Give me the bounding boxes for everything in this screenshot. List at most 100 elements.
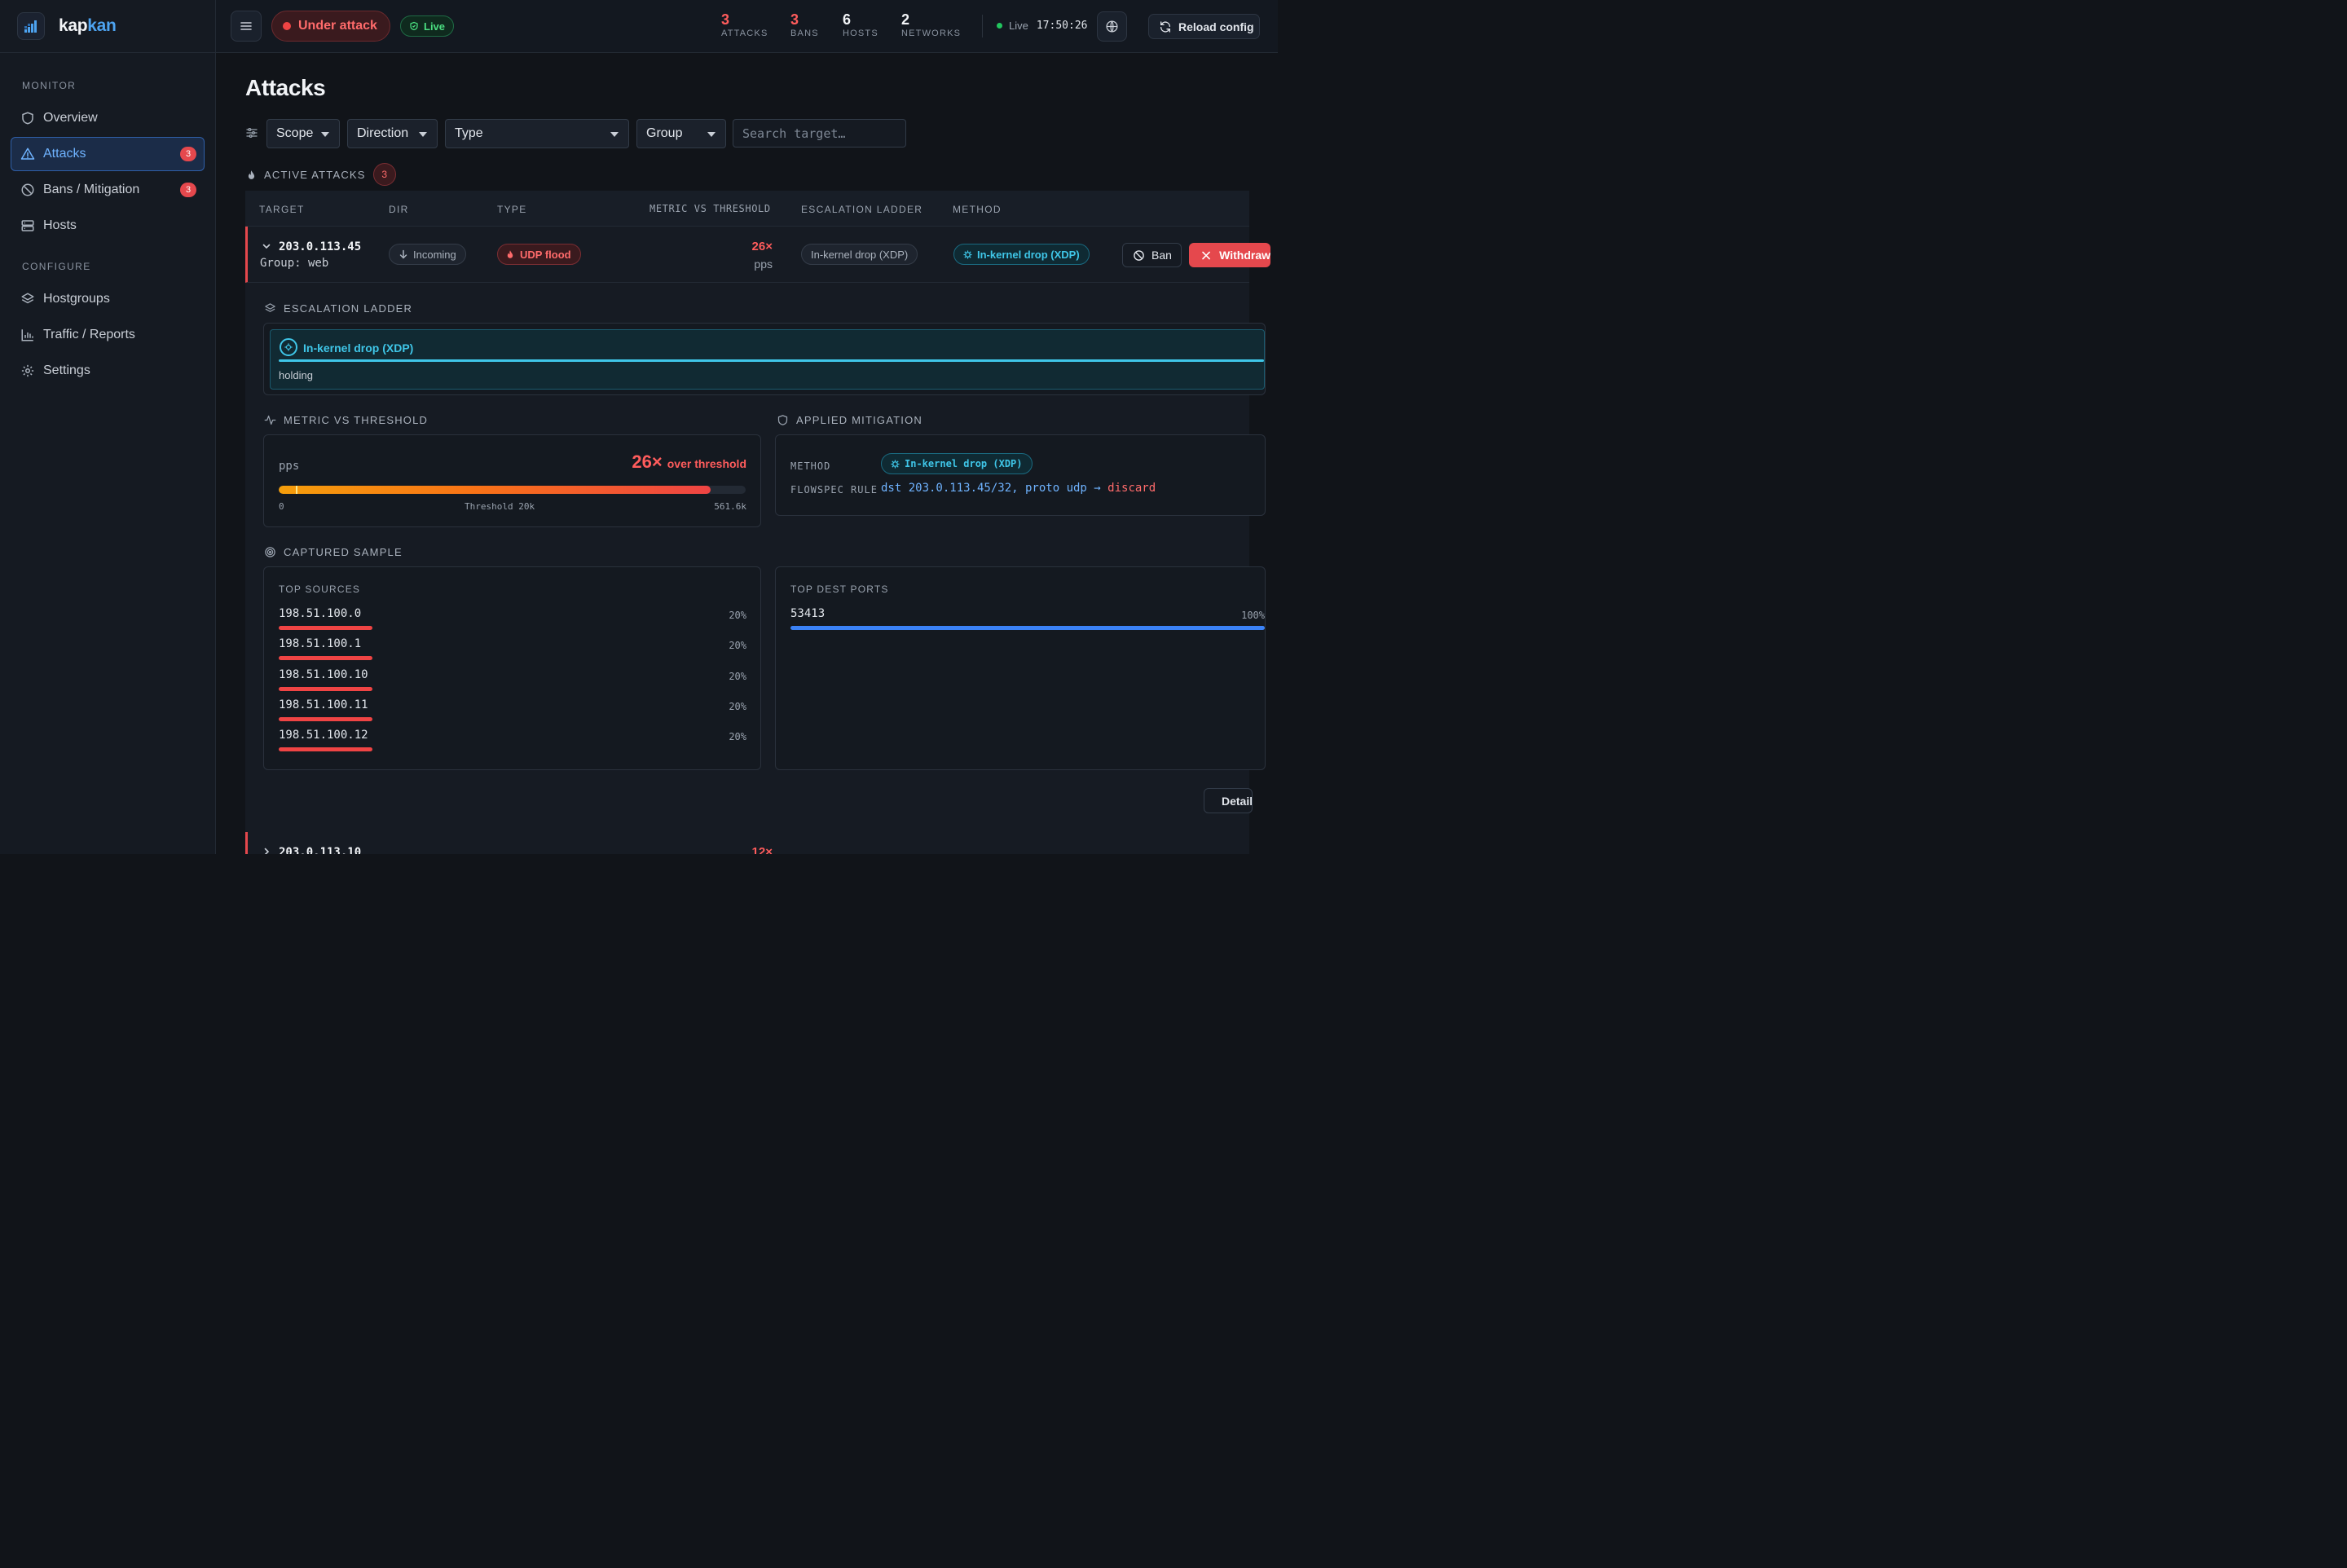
ban-icon xyxy=(21,183,34,196)
page-title: Attacks xyxy=(245,75,326,100)
table-header: TARGET DIR TYPE METRIC VS THRESHOLD ESCA… xyxy=(245,191,1249,227)
active-attacks-label: ACTIVE ATTACKS xyxy=(264,168,366,181)
chevron-down-icon[interactable] xyxy=(262,241,271,251)
ladder-step-title: In-kernel drop (XDP) xyxy=(303,341,414,355)
metric-bar-fill xyxy=(279,486,711,494)
withdraw-button[interactable]: Withdraw xyxy=(1189,243,1270,267)
source-share-bar xyxy=(279,716,372,721)
source-ip: 198.51.100.12 xyxy=(279,729,368,742)
sidebar-item-traffic[interactable]: Traffic / Reports xyxy=(11,318,205,352)
direction-badge: Incoming xyxy=(389,244,466,265)
flowspec-key: FLOWSPEC RULE xyxy=(790,484,878,496)
sidebar-item-label: Settings xyxy=(43,363,90,377)
status-dot-icon xyxy=(283,22,291,30)
sidebar-item-bans[interactable]: Bans / Mitigation 3 xyxy=(11,173,205,207)
globe-icon xyxy=(1106,20,1118,33)
direction-select[interactable]: Direction xyxy=(347,119,438,148)
table-row[interactable]: 203.0.113.10 12× xyxy=(245,832,1249,854)
sidebar-item-hostgroups[interactable]: Hostgroups xyxy=(11,282,205,316)
search-target-input[interactable] xyxy=(733,119,906,148)
scope-select[interactable]: Scope xyxy=(266,119,340,148)
top-ports-card: TOP DEST PORTS 53413 100% xyxy=(775,566,1266,770)
logo-icon[interactable] xyxy=(17,12,45,40)
ban-icon xyxy=(1134,249,1144,261)
scale-min: 0 xyxy=(279,501,284,512)
chevron-right-icon[interactable] xyxy=(262,847,271,854)
live-dot-icon xyxy=(997,23,1002,29)
metric-threshold-card: pps 26× over threshold 0 Threshold 20k 5… xyxy=(263,434,761,527)
stat-value: 2 xyxy=(901,11,910,28)
sidebar-item-label: Overview xyxy=(43,111,98,125)
flowspec-action: discard xyxy=(1107,482,1156,495)
stat-label: HOSTS xyxy=(843,29,878,38)
group-select-value: Group xyxy=(646,126,683,140)
source-percent: 20% xyxy=(729,731,746,743)
bar-chart-icon xyxy=(21,329,33,341)
source-ip: 198.51.100.10 xyxy=(279,667,368,681)
source-ip: 198.51.100.1 xyxy=(279,637,362,651)
ladder-step-state: holding xyxy=(279,369,313,381)
layers-icon xyxy=(21,293,34,304)
menu-button[interactable] xyxy=(231,11,262,42)
column-header-escalation[interactable]: ESCALATION LADDER xyxy=(801,204,923,215)
type-select[interactable]: Type xyxy=(445,119,629,148)
table-row[interactable]: 203.0.113.45 Group: web Incoming UDP flo… xyxy=(245,227,1270,283)
flowspec-rule: dst 203.0.113.45/32, proto udp → discard xyxy=(881,482,1156,495)
applied-mitigation-label: APPLIED MITIGATION xyxy=(796,414,923,426)
sidebar-item-label: Bans / Mitigation xyxy=(43,183,140,196)
list-item: 198.51.100.11 20% xyxy=(279,698,746,728)
source-share-bar xyxy=(279,686,372,691)
escalation-ladder-card: In-kernel drop (XDP) holding xyxy=(263,323,1266,395)
hamburger-icon xyxy=(240,22,252,30)
chevron-down-icon xyxy=(610,132,619,137)
stat-value: 3 xyxy=(790,11,799,28)
column-header-metric[interactable]: METRIC VS THRESHOLD xyxy=(649,203,771,214)
sidebar-item-settings[interactable]: Settings xyxy=(11,354,205,388)
details-button[interactable]: Details xyxy=(1204,788,1253,813)
live-badge-text: Live xyxy=(424,20,446,33)
reload-config-button[interactable]: Reload config xyxy=(1148,14,1260,39)
column-header-method[interactable]: METHOD xyxy=(953,204,1002,215)
language-button[interactable] xyxy=(1097,11,1127,42)
source-ip: 198.51.100.0 xyxy=(279,607,362,620)
flowspec-rule-text: dst 203.0.113.45/32, proto udp → xyxy=(881,482,1101,495)
metric-threshold-label: METRIC VS THRESHOLD xyxy=(284,414,429,426)
escalation-text: In-kernel drop (XDP) xyxy=(811,248,909,261)
column-header-type[interactable]: TYPE xyxy=(497,204,527,215)
sliders-icon[interactable] xyxy=(245,126,258,139)
escalation-badge: In-kernel drop (XDP) xyxy=(801,244,918,265)
warning-triangle-icon xyxy=(20,148,35,160)
chevron-down-icon xyxy=(707,132,716,137)
source-percent: 20% xyxy=(729,700,746,712)
sidebar-item-hosts[interactable]: Hosts xyxy=(11,209,205,243)
metric-over-text: over threshold xyxy=(667,457,746,470)
brand-name-part2: kan xyxy=(87,16,117,35)
close-icon xyxy=(1202,251,1210,259)
sidebar-item-attacks[interactable]: Attacks 3 xyxy=(11,137,205,171)
count-badge: 3 xyxy=(180,183,196,197)
sidebar-item-label: Attacks xyxy=(43,147,86,161)
group-select[interactable]: Group xyxy=(636,119,726,148)
escalation-ladder-label: ESCALATION LADDER xyxy=(284,302,413,315)
withdraw-label: Withdraw xyxy=(1219,249,1270,262)
sidebar-item-label: Hosts xyxy=(43,218,77,232)
sidebar-item-overview[interactable]: Overview xyxy=(11,101,205,135)
column-header-target[interactable]: TARGET xyxy=(259,204,305,215)
cpu-chip-icon xyxy=(284,343,293,351)
cpu-chip-icon xyxy=(963,249,972,259)
divider xyxy=(982,15,983,37)
source-share-bar xyxy=(279,747,372,752)
column-header-dir[interactable]: DIR xyxy=(389,204,409,215)
stat-networks: 2 NETWORKS xyxy=(901,11,961,38)
stat-bans: 3 BANS xyxy=(790,11,819,38)
ban-button[interactable]: Ban xyxy=(1122,243,1182,267)
stat-label: BANS xyxy=(790,29,819,38)
list-item: 198.51.100.0 20% xyxy=(279,607,746,636)
active-attacks-count: 3 xyxy=(372,163,396,186)
method-value: In-kernel drop (XDP) xyxy=(905,458,1023,469)
metric-unit: pps xyxy=(754,258,773,271)
top-ports-label: TOP DEST PORTS xyxy=(790,584,889,595)
applied-mitigation-card: METHOD In-kernel drop (XDP) FLOWSPEC RUL… xyxy=(775,434,1266,516)
attack-status-pill: Under attack xyxy=(271,11,390,42)
brand: kapkan xyxy=(0,0,215,53)
